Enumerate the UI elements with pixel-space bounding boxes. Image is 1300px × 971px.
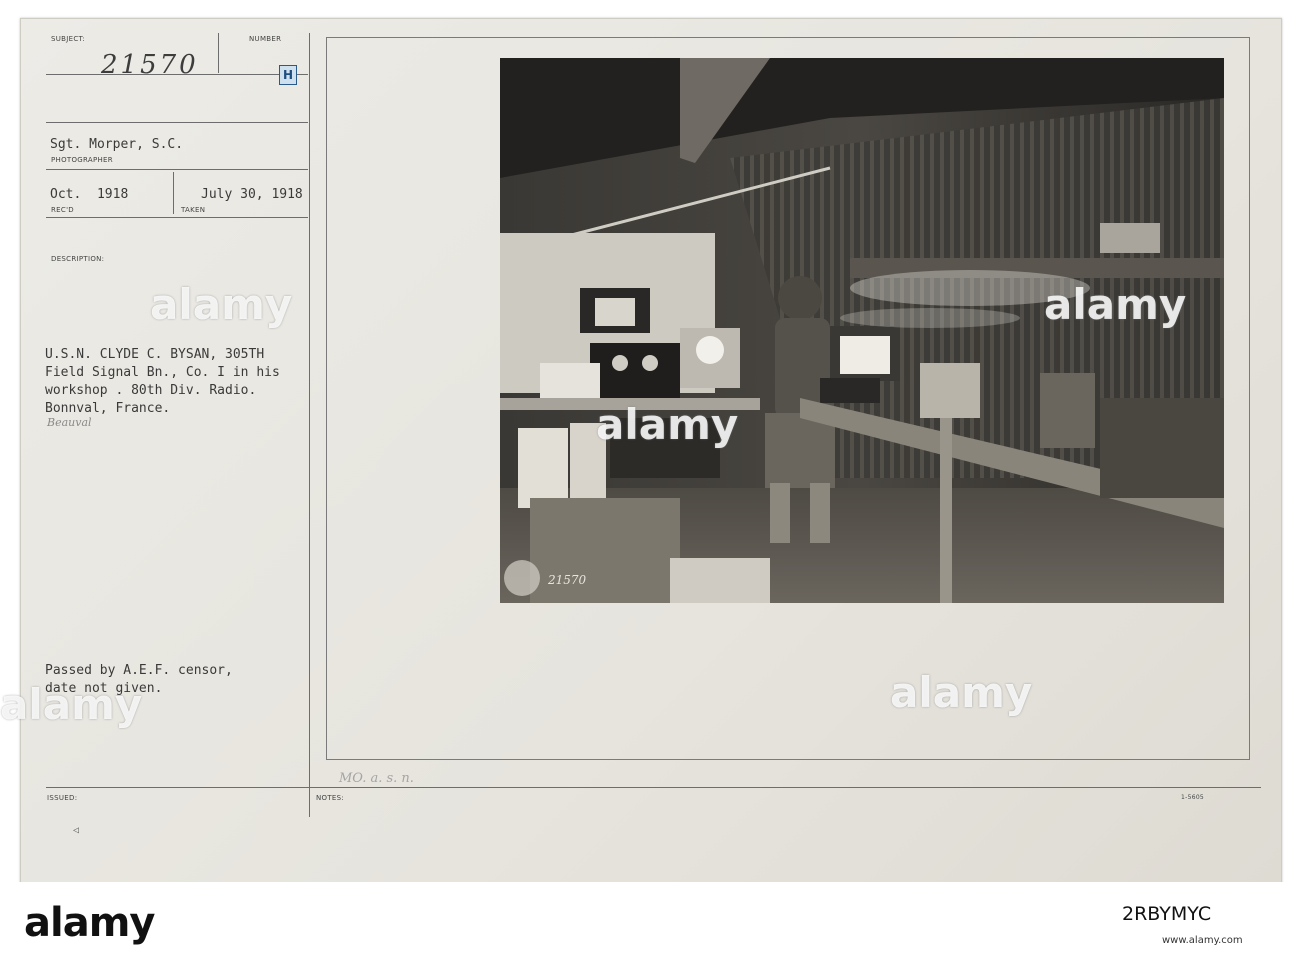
archival-photograph: 21570	[500, 58, 1224, 603]
notes-handwriting: MO. a. s. n.	[339, 771, 414, 786]
photographer-label: PHOTOGRAPHER	[51, 156, 113, 164]
issued-label: ISSUED:	[47, 794, 78, 802]
watermark-5: alamy	[0, 680, 143, 729]
image-id: 2RBYMYC	[1122, 903, 1212, 925]
taken-label: TAKEN	[181, 206, 206, 214]
photographer-value: Sgt. Morper, S.C.	[50, 137, 184, 152]
watermark-4: alamy	[890, 668, 1033, 717]
footer-logo: alamy	[24, 900, 155, 946]
description-line-3: workshop . 80th Div. Radio.	[45, 383, 257, 398]
handwritten-correction: Beauval	[47, 416, 92, 429]
form-number: 1-5605	[1181, 794, 1205, 801]
footer-url: www.alamy.com	[1162, 935, 1243, 946]
censor-line-1: Passed by A.E.F. censor,	[45, 663, 233, 678]
description-line-4: Bonnval, France.	[45, 401, 171, 416]
triangle-mark-icon: ◁	[73, 825, 80, 836]
watermark-1: alamy	[150, 280, 293, 329]
photo-stamp-number: 21570	[547, 573, 587, 587]
subject-number: 21570	[101, 50, 199, 80]
stock-footer	[0, 882, 1300, 971]
workshop-scene: 21570	[500, 58, 1224, 603]
watermark-3: alamy	[1044, 280, 1187, 329]
number-badge: H	[279, 65, 297, 85]
watermark-2: alamy	[596, 400, 739, 449]
description-label: DESCRIPTION:	[51, 255, 105, 263]
subject-label: SUBJECT:	[51, 35, 86, 43]
received-date: Oct. 1918	[50, 187, 129, 202]
description-line-1: U.S.N. CLYDE C. BYSAN, 305TH	[45, 347, 265, 362]
received-label: REC'D	[51, 206, 74, 214]
taken-date: July 30, 1918	[201, 187, 303, 202]
number-label: NUMBER	[249, 35, 282, 43]
description-line-2: Field Signal Bn., Co. I in his	[45, 365, 280, 380]
notes-label: NOTES:	[316, 794, 345, 802]
